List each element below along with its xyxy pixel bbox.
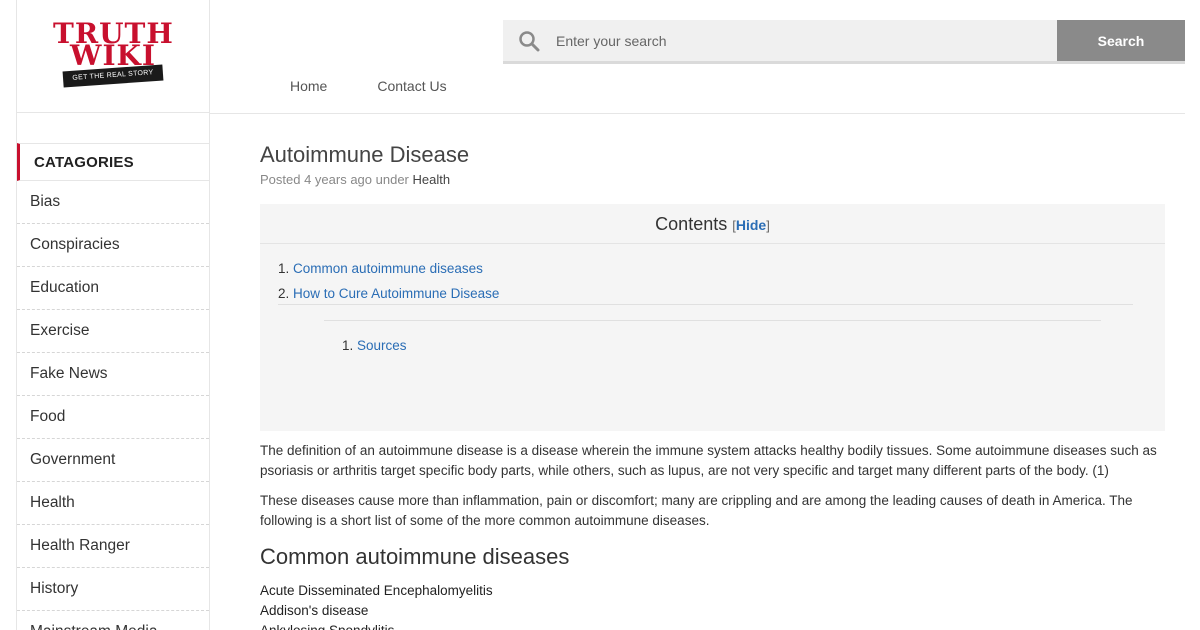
sidebar-item-bias[interactable]: Bias — [17, 181, 209, 224]
logo-area: TRUTH WIKI GET THE REAL STORY — [17, 0, 209, 113]
sidebar-item-history[interactable]: History — [17, 568, 209, 611]
toc-link-how-to-cure[interactable]: How to Cure Autoimmune Disease — [293, 286, 499, 301]
sidebar-item-mainstream-media[interactable]: Mainstream Media — [17, 611, 209, 630]
sidebar-item-conspiracies[interactable]: Conspiracies — [17, 224, 209, 267]
article-paragraph: The definition of an autoimmune disease … — [260, 443, 1157, 478]
toc-title: Contents — [655, 214, 728, 234]
nav-contact-link[interactable]: Contact Us — [377, 78, 446, 94]
search-icon — [518, 30, 540, 52]
category-list: Bias Conspiracies Education Exercise Fak… — [17, 181, 209, 630]
toc-link-sources[interactable]: Sources — [357, 338, 407, 353]
toc-divider — [278, 304, 1133, 305]
post-meta: Posted 4 years ago under Health — [260, 172, 1166, 187]
post-category-link[interactable]: Health — [413, 172, 451, 187]
article-paragraph: These diseases cause more than inflammat… — [260, 493, 1133, 528]
toc-divider — [324, 320, 1101, 321]
sidebar: TRUTH WIKI GET THE REAL STORY CATAGORIES… — [16, 0, 210, 630]
sidebar-item-fake-news[interactable]: Fake News — [17, 353, 209, 396]
nav-home-link[interactable]: Home — [290, 78, 327, 94]
toc-list: 1. Common autoimmune diseases 2. How to … — [278, 260, 1133, 310]
toc-item-number: 1. — [278, 261, 290, 276]
sidebar-item-health-ranger[interactable]: Health Ranger — [17, 525, 209, 568]
sidebar-item-food[interactable]: Food — [17, 396, 209, 439]
categories-header: CATAGORIES — [17, 143, 209, 181]
sidebar-item-education[interactable]: Education — [17, 267, 209, 310]
main-nav: Home Contact Us — [290, 78, 447, 94]
toc-subitem-number: 1. — [342, 338, 354, 353]
list-item: Ankylosing Spondylitis — [260, 621, 1166, 630]
toc-hide-link[interactable]: Hide — [736, 217, 766, 233]
toc-header: Contents [Hide] — [260, 204, 1165, 244]
search-bar: Search — [503, 20, 1185, 64]
sidebar-item-exercise[interactable]: Exercise — [17, 310, 209, 353]
search-input[interactable] — [540, 20, 1057, 61]
toc-bracket-close: ] — [766, 218, 770, 233]
list-item: Acute Disseminated Encephalomyelitis — [260, 583, 493, 598]
disease-list: Acute Disseminated Encephalomyelitis Add… — [260, 581, 1166, 630]
toc-link-common-diseases[interactable]: Common autoimmune diseases — [293, 261, 483, 276]
header-divider — [210, 113, 1185, 114]
table-of-contents: Contents [Hide] 1. Common autoimmune dis… — [260, 204, 1165, 431]
site-logo[interactable]: TRUTH WIKI GET THE REAL STORY — [53, 16, 173, 96]
page-title: Autoimmune Disease — [260, 142, 470, 167]
article: Autoimmune Disease Posted 4 years ago un… — [260, 140, 1166, 630]
toc-item-number: 2. — [278, 286, 290, 301]
sidebar-item-government[interactable]: Government — [17, 439, 209, 482]
list-item: Addison's disease — [260, 603, 369, 618]
section-title: Common autoimmune diseases — [260, 544, 570, 569]
search-button[interactable]: Search — [1057, 20, 1185, 61]
toc-item: 2. How to Cure Autoimmune Disease — [278, 285, 1133, 310]
toc-subitem: 1. Sources — [342, 338, 407, 353]
toc-item: 1. Common autoimmune diseases — [278, 260, 1133, 285]
post-meta-prefix: Posted 4 years ago under — [260, 172, 409, 187]
sidebar-item-health[interactable]: Health — [17, 482, 209, 525]
